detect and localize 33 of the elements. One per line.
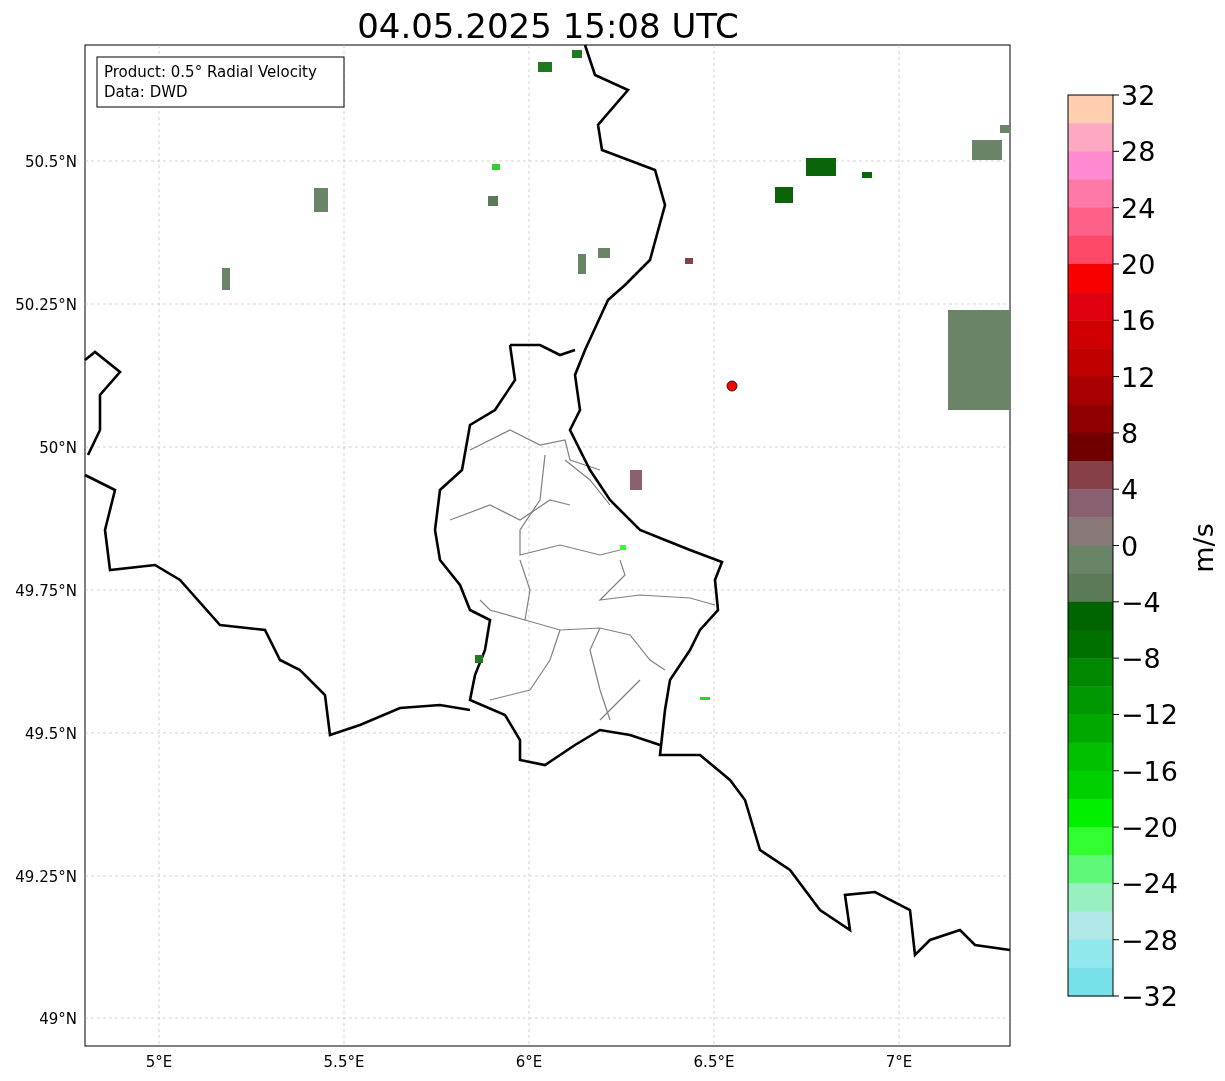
longitude-label: 7°E bbox=[885, 1053, 913, 1071]
colorbar-unit-label: m/s bbox=[1188, 523, 1219, 573]
colorbar-tick-label: 0 bbox=[1121, 530, 1139, 562]
latitude-label: 50°N bbox=[39, 439, 77, 457]
colorbar-tick-label: 28 bbox=[1121, 136, 1156, 168]
latitude-label: 49.75°N bbox=[15, 582, 77, 600]
latitude-label: 50.25°N bbox=[15, 296, 77, 314]
latitude-label: 49.25°N bbox=[15, 868, 77, 886]
longitude-label: 5.5°E bbox=[323, 1053, 365, 1071]
colorbar-tick-label: −8 bbox=[1121, 643, 1161, 675]
colorbar-tick-label: 16 bbox=[1121, 305, 1156, 337]
colorbar-tick-label: −28 bbox=[1121, 924, 1178, 956]
info-text: Product: 0.5° Radial Velocity bbox=[104, 63, 317, 81]
info-text: Data: DWD bbox=[104, 83, 188, 101]
colorbar-tick-label: −4 bbox=[1121, 586, 1161, 618]
colorbar-tick-label: 32 bbox=[1121, 80, 1156, 111]
latitude-label: 50.5°N bbox=[24, 153, 77, 171]
colorbar-tick-label: −24 bbox=[1121, 868, 1178, 900]
longitude-label: 6.5°E bbox=[693, 1053, 735, 1071]
colorbar-tick-label: 20 bbox=[1121, 248, 1156, 280]
longitude-label: 6°E bbox=[515, 1053, 543, 1071]
colorbar-tick-label: −32 bbox=[1121, 981, 1178, 1012]
plot-title: 04.05.2025 15:08 UTC bbox=[357, 6, 739, 46]
colorbar-tick-label: 24 bbox=[1121, 192, 1156, 224]
colorbar-tick-label: −20 bbox=[1121, 812, 1178, 844]
latitude-label: 49°N bbox=[39, 1010, 77, 1028]
colorbar-tick-label: 12 bbox=[1121, 361, 1156, 393]
longitude-label: 5°E bbox=[145, 1053, 173, 1071]
latitude-label: 49.5°N bbox=[24, 725, 77, 743]
colorbar-tick-label: 8 bbox=[1121, 417, 1139, 449]
colorbar-tick-label: −12 bbox=[1121, 699, 1178, 731]
colorbar-tick-label: 4 bbox=[1121, 474, 1139, 506]
colorbar-tick-label: −16 bbox=[1121, 755, 1178, 787]
